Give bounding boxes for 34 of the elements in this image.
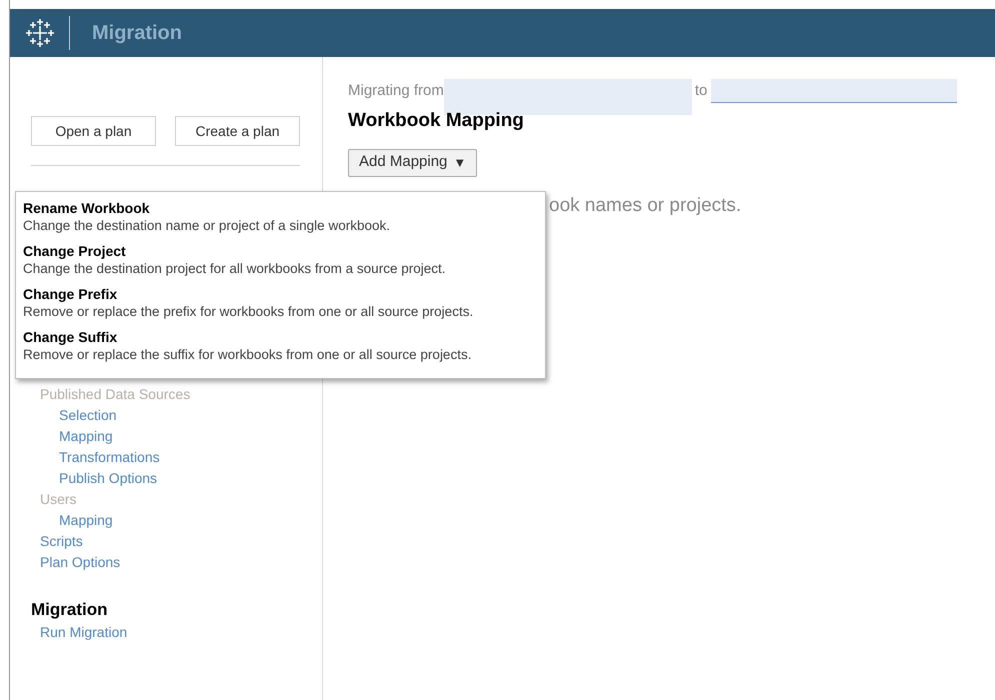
menu-item[interactable]: Change Prefix Remove or replace the prefix for workbooks from one or all source projects. — [16, 286, 545, 329]
menu-item-title: Change Prefix — [23, 286, 118, 303]
plan-button[interactable]: Open a plan — [31, 116, 156, 146]
nav-link[interactable]: Mapping — [59, 426, 113, 447]
app-title: Migration — [92, 21, 182, 46]
menu-item-title: Rename Workbook — [23, 200, 151, 217]
to-label: to — [694, 80, 708, 101]
menu-item[interactable]: Change Suffix Remove or replace the suffix for workbooks from one or all source projects. — [16, 329, 545, 372]
caret-icon: ▼ — [453, 152, 466, 172]
redacted-destination-link[interactable] — [711, 79, 958, 103]
nav-link[interactable]: Publish Options — [59, 468, 158, 489]
menu-item-description: Remove or replace the suffix for workbooks from one or all source projects. — [23, 346, 472, 363]
nav-link[interactable]: Mapping — [59, 510, 113, 531]
menu-item-title: Change Project — [23, 243, 127, 260]
hint-text: ook names or projects. — [549, 194, 742, 218]
nav-link[interactable]: Plan Options — [40, 552, 120, 573]
nav-section: Users — [40, 489, 77, 510]
add-mapping-button[interactable]: Add Mapping ▼ — [348, 148, 478, 176]
migrating-from-label: Migrating from — [348, 80, 444, 101]
nav-link[interactable]: Scripts — [40, 531, 83, 552]
logo-icon — [25, 18, 55, 48]
menu-item[interactable]: Change Project Change the destination project for all workbooks from a source project. — [16, 243, 545, 286]
menu-item-description: Change the destination project for all workbooks from a source project. — [23, 260, 446, 277]
nav-link[interactable]: Selection — [59, 405, 117, 426]
menu-item-title: Change Suffix — [23, 329, 118, 346]
section-heading: Migration — [31, 599, 108, 621]
page-heading: Workbook Mapping — [348, 109, 524, 133]
menu-item-description: Remove or replace the prefix for workbooks from one or all source projects. — [23, 303, 474, 320]
nav-link[interactable]: Transformations — [59, 447, 160, 468]
nav-link[interactable]: Run Migration — [40, 622, 128, 643]
menu-item-description: Change the destination name or project of a single workbook. — [23, 217, 391, 234]
menu-item[interactable]: Rename Workbook Change the destination name or project of a single workbook. — [16, 200, 545, 243]
plan-button[interactable]: Create a plan — [175, 116, 300, 146]
nav-section: Published Data Sources — [40, 384, 190, 405]
